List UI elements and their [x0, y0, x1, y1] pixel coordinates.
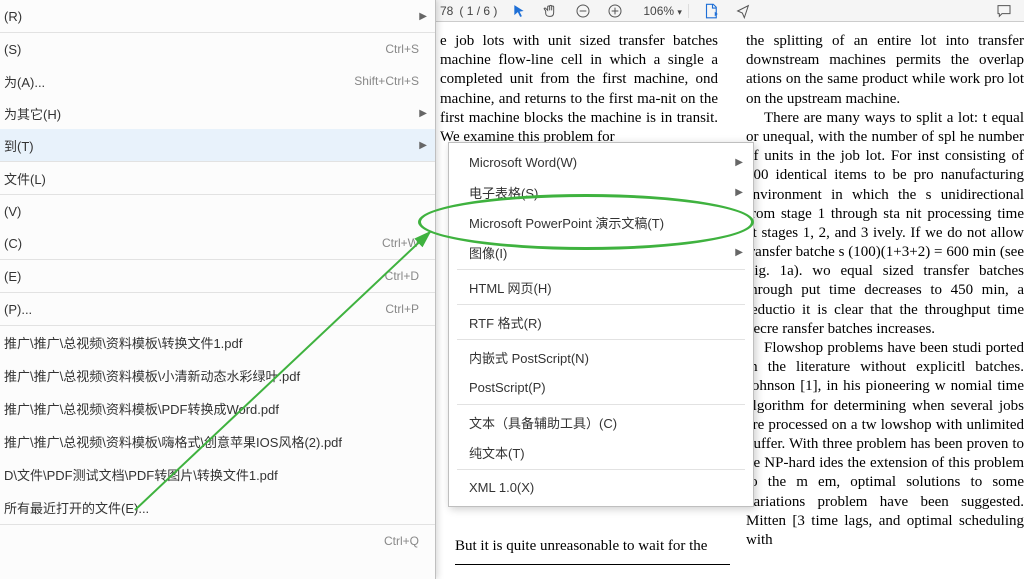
menu-separator	[457, 469, 745, 470]
menu-item-revert[interactable]: (V)	[0, 195, 435, 227]
menu-item-print[interactable]: (P)... Ctrl+P	[0, 293, 435, 325]
menu-item-recent-r[interactable]: (R) ▶	[0, 0, 435, 32]
export-to-submenu: Microsoft Word(W) ▶ 电子表格(S) ▶ Microsoft …	[448, 142, 754, 507]
recent-file[interactable]: D\文件\PDF测试文档\PDF转图片\转换文件1.pdf	[0, 458, 435, 491]
menu-item-properties[interactable]: (E) Ctrl+D	[0, 260, 435, 292]
doc-paragraph: the splitting of an entire lot into tran…	[746, 32, 1024, 109]
chevron-right-icon: ▶	[735, 187, 743, 198]
cursor-icon[interactable]	[509, 1, 529, 21]
submenu-item-html[interactable]: HTML 网页(H)	[449, 272, 753, 302]
recent-file[interactable]: 推广\推广\总视频\资料模板\转换文件1.pdf	[0, 326, 435, 359]
doc-paragraph: e job lots with unit sized transfer batc…	[440, 32, 718, 147]
menu-separator	[457, 339, 745, 340]
doc-column-right: the splitting of an entire lot into tran…	[746, 32, 1024, 550]
recent-file[interactable]: 推广\推广\总视频\资料模板\小清新动态水彩绿叶.pdf	[0, 359, 435, 392]
menu-separator	[457, 269, 745, 270]
comment-icon[interactable]	[994, 1, 1014, 21]
doc-paragraph: But it is quite unreasonable to wait for…	[455, 537, 707, 556]
page-range: ( 1 / 6 )	[459, 4, 497, 18]
export-icon[interactable]	[701, 1, 721, 21]
recent-file[interactable]: 推广\推广\总视频\资料模板\嗨格式\创意苹果IOS风格(2).pdf	[0, 425, 435, 458]
submenu-item-image[interactable]: 图像(I) ▶	[449, 237, 753, 267]
share-icon[interactable]	[733, 1, 753, 21]
doc-separator	[455, 564, 730, 565]
submenu-item-xml[interactable]: XML 1.0(X)	[449, 472, 753, 502]
chevron-right-icon: ▶	[735, 157, 743, 168]
doc-paragraph: Flowshop problems have been studi ported…	[746, 339, 1024, 550]
chevron-right-icon: ▶	[735, 247, 743, 258]
menu-item-save-as[interactable]: 为(A)... Shift+Ctrl+S	[0, 65, 435, 97]
menu-separator	[457, 304, 745, 305]
menu-item-attach-file[interactable]: 文件(L)	[0, 162, 435, 194]
page-number: 78	[440, 4, 453, 18]
chevron-right-icon: ▶	[419, 108, 427, 119]
recent-file[interactable]: 推广\推广\总视频\资料模板\PDF转换成Word.pdf	[0, 392, 435, 425]
submenu-item-plain-text[interactable]: 纯文本(T)	[449, 437, 753, 467]
zoom-level[interactable]: 106% ▾	[637, 4, 689, 18]
submenu-item-spreadsheet[interactable]: 电子表格(S) ▶	[449, 177, 753, 207]
menu-item-quit[interactable]: Ctrl+Q	[0, 525, 435, 557]
submenu-item-accessible-text[interactable]: 文本（具备辅助工具）(C)	[449, 407, 753, 437]
submenu-item-word[interactable]: Microsoft Word(W) ▶	[449, 147, 753, 177]
menu-item-close[interactable]: (C) Ctrl+W	[0, 227, 435, 259]
submenu-item-powerpoint[interactable]: Microsoft PowerPoint 演示文稿(T)	[449, 207, 753, 237]
submenu-item-eps[interactable]: 内嵌式 PostScript(N)	[449, 342, 753, 372]
menu-separator	[457, 404, 745, 405]
doc-paragraph: There are many ways to split a lot: t eq…	[746, 109, 1024, 339]
file-menu: (R) ▶ (S) Ctrl+S 为(A)... Shift+Ctrl+S 为其…	[0, 0, 436, 579]
zoom-out-icon[interactable]	[573, 1, 593, 21]
zoom-in-icon[interactable]	[605, 1, 625, 21]
menu-item-save-as-other[interactable]: 为其它(H) ▶	[0, 97, 435, 129]
chevron-right-icon: ▶	[419, 140, 427, 151]
chevron-right-icon: ▶	[419, 11, 427, 22]
menu-item-export-to[interactable]: 到(T) ▶	[0, 129, 435, 161]
menu-item-save[interactable]: (S) Ctrl+S	[0, 33, 435, 65]
hand-icon[interactable]	[541, 1, 561, 21]
submenu-item-rtf[interactable]: RTF 格式(R)	[449, 307, 753, 337]
menu-item-all-recent[interactable]: 所有最近打开的文件(E)...	[0, 491, 435, 524]
page-indicator: 78 ( 1 / 6 )	[440, 4, 497, 18]
submenu-item-postscript[interactable]: PostScript(P)	[449, 372, 753, 402]
